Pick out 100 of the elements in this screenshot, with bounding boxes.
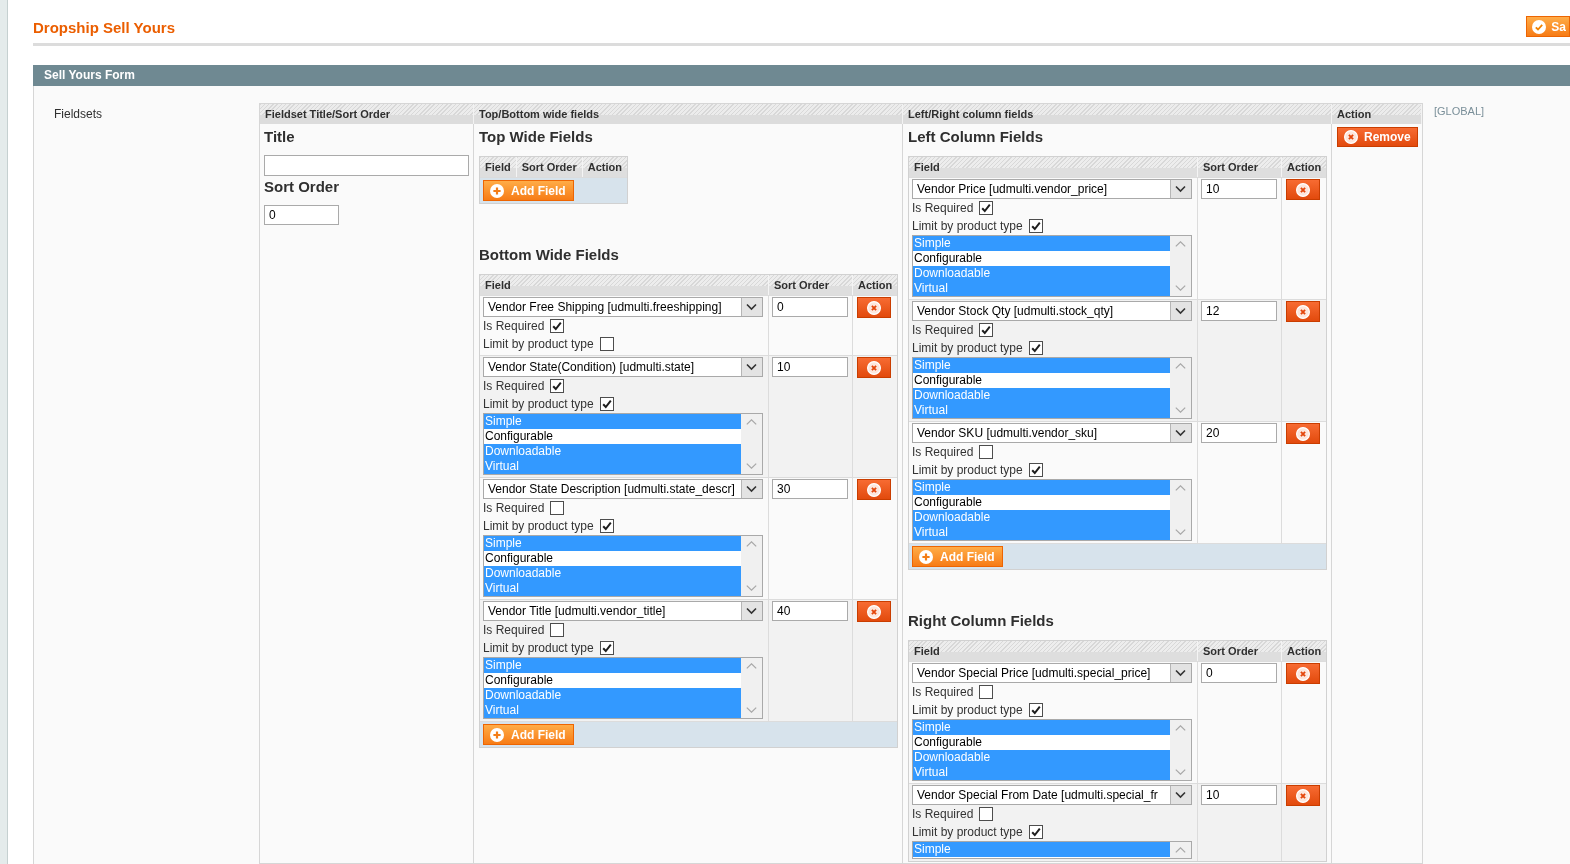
sort-order-input[interactable]: 30 [772, 479, 848, 499]
x-circle-icon [867, 300, 881, 315]
checkbox[interactable] [979, 807, 994, 821]
checkbox-label: Limit by product type [912, 219, 1023, 233]
product-type-listbox[interactable]: Simple Configurable Downloadable Virtual [912, 357, 1192, 419]
delete-button[interactable] [1286, 423, 1320, 444]
scrollbar[interactable] [1170, 842, 1191, 858]
checkbox-label: Is Required [483, 379, 545, 393]
delete-button[interactable] [1286, 785, 1320, 806]
product-type-listbox[interactable]: Simple Configurable Downloadable Virtual [483, 535, 763, 597]
field-select[interactable]: Vendor Title [udmulti.vendor_title] [483, 601, 763, 621]
checkbox-label: Is Required [912, 323, 974, 337]
x-circle-icon [1344, 130, 1358, 144]
checkbox[interactable] [1028, 703, 1043, 717]
scrollbar[interactable] [1170, 236, 1191, 296]
sort-order-input[interactable]: 0 [772, 297, 848, 317]
x-circle-icon [1296, 666, 1310, 681]
checkbox[interactable] [1028, 463, 1043, 477]
scrollbar[interactable] [1170, 720, 1191, 780]
sort-order-input[interactable]: 20 [1201, 423, 1277, 443]
product-type-listbox[interactable]: Simple Configurable Downloadable Virtual [912, 235, 1192, 297]
scrollbar[interactable] [741, 414, 762, 474]
field-select[interactable]: Vendor Stock Qty [udmulti.stock_qty] [912, 301, 1192, 321]
chevron-up-icon [746, 663, 757, 669]
scrollbar[interactable] [1170, 358, 1191, 418]
field-select[interactable]: Vendor Free Shipping [udmulti.freeshipping] [483, 297, 763, 317]
checkbox[interactable] [979, 445, 994, 459]
delete-button[interactable] [857, 297, 891, 318]
checkbox-label: Limit by product type [483, 397, 594, 411]
listbox-option[interactable]: Configurable [484, 673, 741, 688]
chevron-down-icon [746, 463, 757, 469]
checkbox[interactable] [599, 397, 614, 411]
product-type-listbox[interactable]: Simple Configurable Downloadable Virtual [483, 657, 763, 719]
column-header: Action [1281, 157, 1326, 177]
checkbox[interactable] [1028, 825, 1043, 839]
chevron-up-icon [1175, 725, 1186, 731]
column-header: Field [909, 641, 1197, 661]
sort-order-input[interactable]: 10 [1201, 785, 1277, 805]
listbox-option[interactable]: Configurable [913, 495, 1170, 510]
checkbox[interactable] [599, 641, 614, 655]
listbox-option[interactable]: Configurable [484, 429, 741, 444]
chevron-down-icon [1170, 786, 1191, 804]
chevron-down-icon [1175, 285, 1186, 291]
checkbox[interactable] [599, 337, 614, 351]
column-header: Action [852, 275, 897, 295]
checkbox[interactable] [550, 623, 565, 637]
field-select[interactable]: Vendor Special From Date [udmulti.special_fr [912, 785, 1192, 805]
check-circle-icon [1532, 19, 1547, 34]
delete-button[interactable] [857, 601, 891, 622]
x-circle-icon [1296, 304, 1310, 319]
checkbox[interactable] [979, 685, 994, 699]
sort-order-input[interactable]: 10 [772, 357, 848, 377]
delete-button[interactable] [1286, 179, 1320, 200]
product-type-listbox[interactable]: Simple Configurable Downloadable Virtual [483, 413, 763, 475]
checkbox[interactable] [550, 379, 565, 393]
field-select[interactable]: Vendor State(Condition) [udmulti.state] [483, 357, 763, 377]
delete-button[interactable] [1286, 663, 1320, 684]
column-header: Field [480, 157, 516, 177]
checkbox-label: Limit by product type [912, 341, 1023, 355]
sort-order-input[interactable]: 0 [1201, 663, 1277, 683]
checkbox[interactable] [979, 201, 994, 215]
checkbox[interactable] [1028, 341, 1043, 355]
title-input[interactable] [264, 155, 469, 176]
listbox-option[interactable]: Configurable [913, 251, 1170, 266]
checkbox[interactable] [599, 519, 614, 533]
table-heading: Bottom Wide Fields [479, 246, 620, 264]
checkbox[interactable] [550, 319, 565, 333]
field-select[interactable]: Vendor Price [udmulti.vendor_price] [912, 179, 1192, 199]
field-select[interactable]: Vendor SKU [udmulti.vendor_sku] [912, 423, 1192, 443]
column-header: Action [1332, 104, 1422, 124]
checkbox-label: Limit by product type [483, 519, 594, 533]
scrollbar[interactable] [1170, 480, 1191, 540]
column-header: Fieldset Title/Sort Order [260, 104, 474, 124]
scrollbar[interactable] [741, 536, 762, 596]
chevron-down-icon [1175, 769, 1186, 775]
chevron-up-icon [746, 541, 757, 547]
delete-button[interactable] [857, 479, 891, 500]
delete-button[interactable] [857, 357, 891, 378]
sort-order-input[interactable]: 12 [1201, 301, 1277, 321]
sort-order-input[interactable]: 10 [1201, 179, 1277, 199]
chevron-down-icon [741, 298, 762, 316]
column-header: Action [1281, 641, 1326, 661]
field-select[interactable]: Vendor State Description [udmulti.state_descr] [483, 479, 763, 499]
product-type-listbox[interactable]: Simple Configurable Downloadable Virtual [912, 479, 1192, 541]
field-select[interactable]: Vendor Special Price [udmulti.special_price] [912, 663, 1192, 683]
checkbox[interactable] [1028, 219, 1043, 233]
listbox-option[interactable]: Configurable [913, 373, 1170, 388]
sort-order-input[interactable]: 40 [772, 601, 848, 621]
product-type-listbox[interactable]: Simple Configurable Downloadable Virtual [912, 719, 1192, 781]
listbox-option[interactable]: Configurable [913, 735, 1170, 750]
checkbox[interactable] [550, 501, 565, 515]
listbox-option[interactable]: Configurable [484, 551, 741, 566]
checkbox[interactable] [979, 323, 994, 337]
scrollbar[interactable] [741, 658, 762, 718]
delete-button[interactable] [1286, 301, 1320, 322]
chevron-up-icon [746, 419, 757, 425]
checkbox-label: Limit by product type [483, 337, 594, 351]
sort-order-input[interactable]: 0 [264, 205, 339, 225]
input-label: Sort Order [264, 178, 340, 196]
plus-circle-icon [919, 549, 933, 564]
